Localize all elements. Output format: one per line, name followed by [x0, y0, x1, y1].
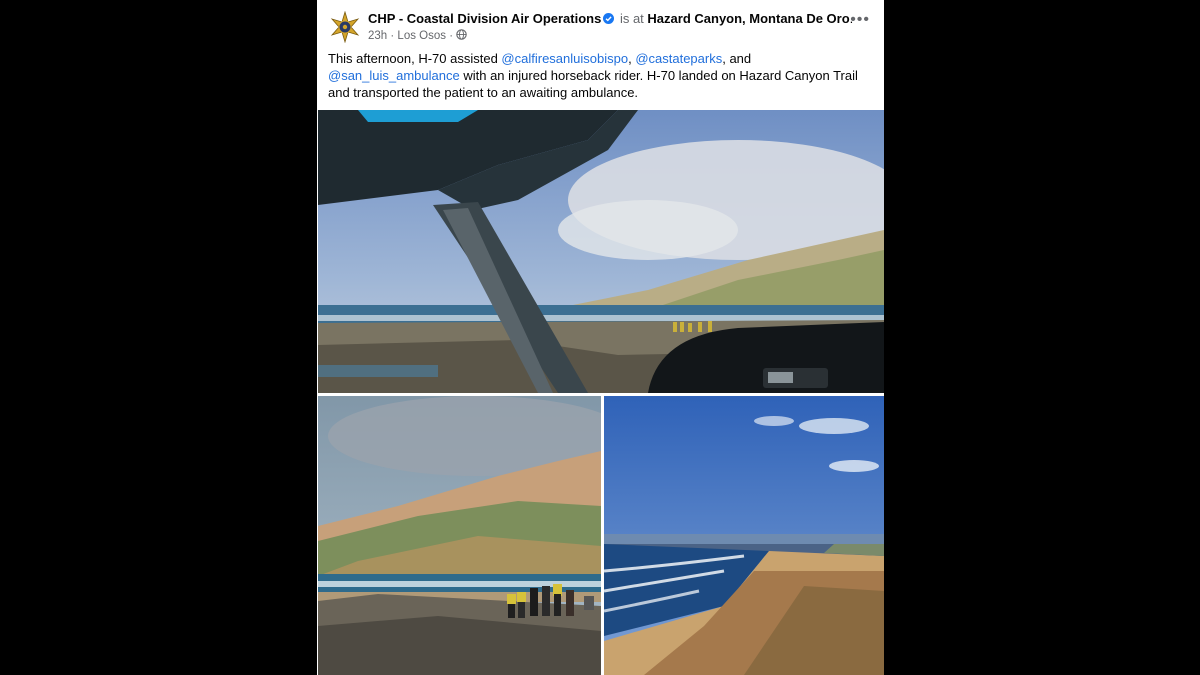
meta-separator: ·: [387, 30, 398, 42]
post-text: This afternoon, H-70 assisted @calfiresa…: [328, 50, 876, 101]
post-title-line: CHP - Coastal Division Air Operations is…: [368, 11, 853, 27]
post-timestamp[interactable]: 23h: [368, 30, 387, 42]
author-name[interactable]: CHP - Coastal Division Air Operations: [368, 11, 601, 26]
more-options-icon[interactable]: •••: [850, 12, 870, 28]
verified-badge-icon: [603, 12, 615, 24]
post-header: CHP - Coastal Division Air Operations is…: [317, 0, 884, 45]
location-link[interactable]: Hazard Canyon, Montana De Oro: [647, 11, 849, 26]
post-text-segment: This afternoon, H-70 assisted: [328, 51, 502, 66]
photo-aerial-coastline[interactable]: [604, 396, 884, 675]
post-place[interactable]: Los Osos: [397, 30, 446, 42]
chp-star-badge-icon[interactable]: [329, 10, 361, 44]
mention-link[interactable]: @calfiresanluisobispo: [501, 51, 628, 66]
facebook-post-card: CHP - Coastal Division Air Operations is…: [317, 0, 884, 675]
mention-link[interactable]: @san_luis_ambulance: [328, 68, 460, 83]
photo-hillside-rescue-crew[interactable]: [318, 396, 601, 675]
mention-link[interactable]: @castateparks: [635, 51, 722, 66]
post-meta-line: 23h · Los Osos ·: [368, 29, 467, 43]
photo-helicopter-cockpit-view[interactable]: [318, 110, 884, 393]
globe-icon: [456, 29, 467, 40]
post-text-segment: , and: [722, 51, 752, 66]
meta-separator: ·: [446, 30, 457, 42]
is-at-label: is at: [619, 11, 644, 26]
